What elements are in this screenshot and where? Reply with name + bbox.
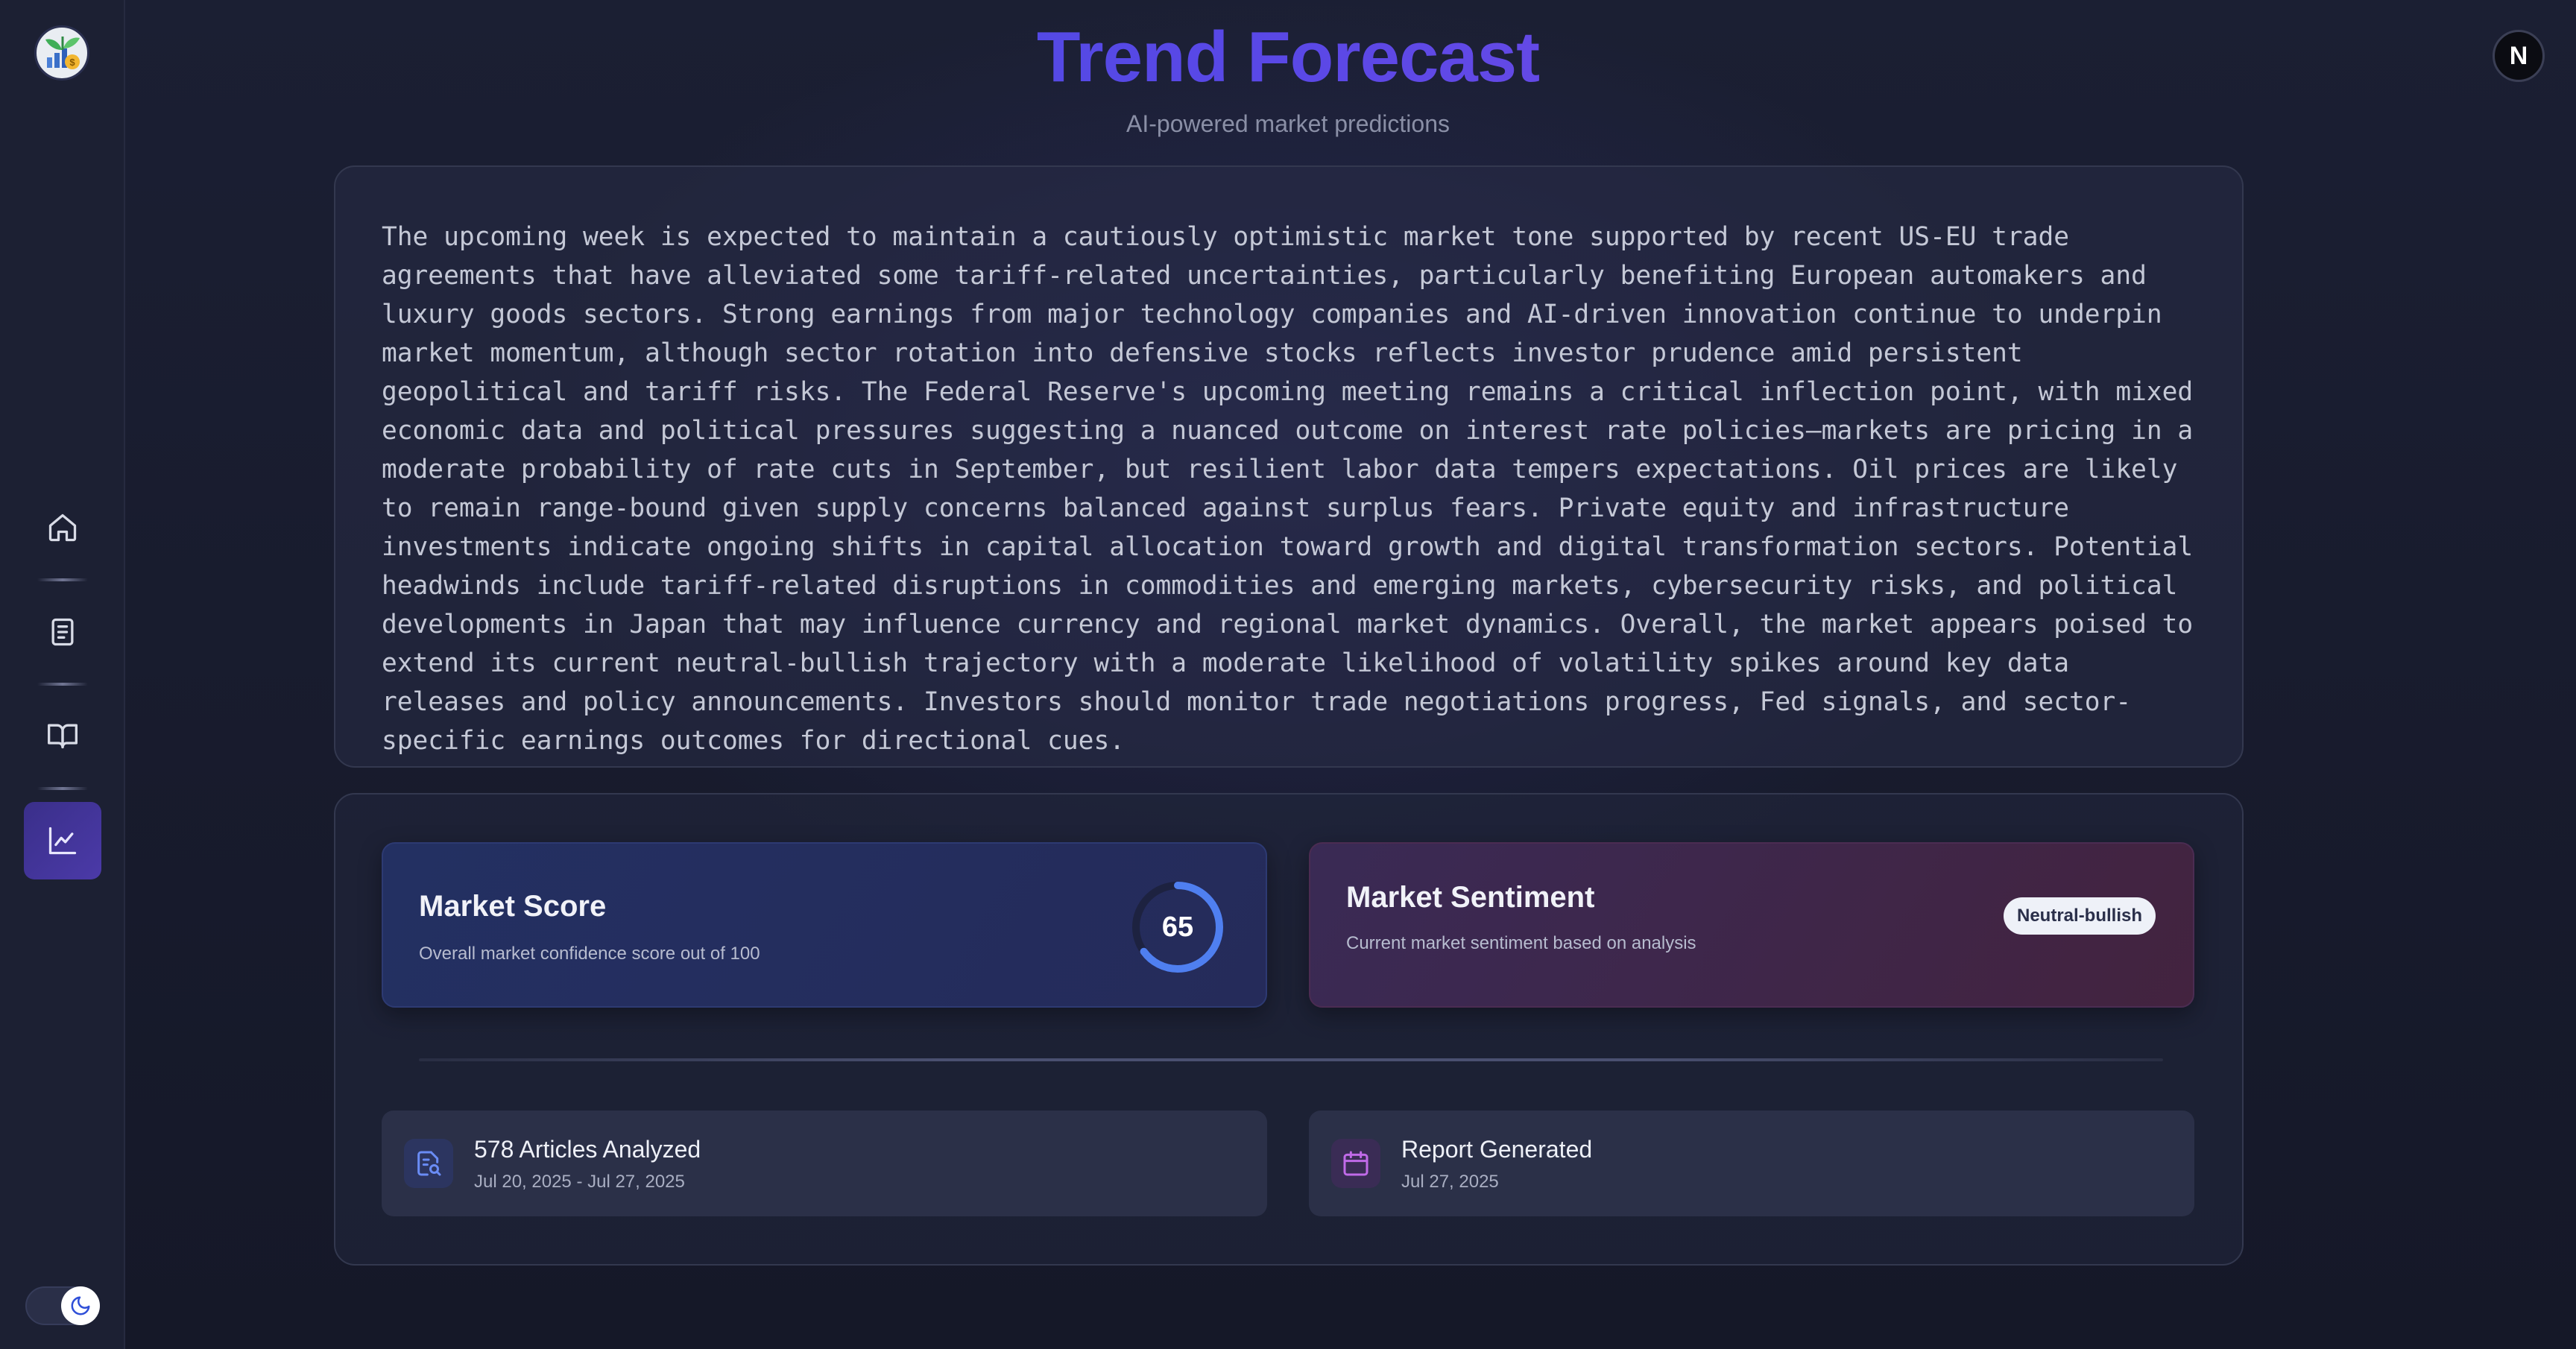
document-search-icon xyxy=(417,1151,441,1176)
market-score-description: Overall market confidence score out of 1… xyxy=(419,944,760,964)
report-generated-title: Report Generated xyxy=(1401,1136,1593,1163)
calendar-icon-wrap xyxy=(1331,1139,1380,1188)
app-root: $ xyxy=(0,0,2576,1349)
page-subtitle: AI-powered market predictions xyxy=(1126,110,1450,137)
theme-toggle-knob xyxy=(61,1286,100,1325)
sidebar-item-library[interactable] xyxy=(24,696,101,774)
sidebar-item-trends[interactable] xyxy=(24,802,101,879)
market-score-title: Market Score xyxy=(419,890,607,923)
market-score-gauge: 65 xyxy=(1128,878,1227,976)
book-open-icon xyxy=(48,724,78,749)
market-sentiment-card: Market Sentiment Current market sentimen… xyxy=(1309,842,2194,1008)
forecast-card: The upcoming week is expected to maintai… xyxy=(334,165,2244,768)
articles-icon-wrap xyxy=(404,1139,453,1188)
market-sentiment-description: Current market sentiment based on analys… xyxy=(1346,933,1696,953)
market-score-card: Market Score Overall market confidence s… xyxy=(382,842,1267,1008)
sidebar: $ xyxy=(0,0,125,1349)
sidebar-item-reports[interactable] xyxy=(24,593,101,671)
user-avatar[interactable]: N xyxy=(2493,30,2545,82)
forecast-text: The upcoming week is expected to maintai… xyxy=(382,222,2194,756)
document-icon xyxy=(51,618,74,646)
report-generated-date: Jul 27, 2025 xyxy=(1401,1172,1499,1192)
report-generated-box: Report Generated Jul 27, 2025 xyxy=(1309,1111,2194,1216)
market-score-value: 65 xyxy=(1161,911,1194,943)
sidebar-divider xyxy=(37,683,88,686)
metrics-divider xyxy=(419,1058,2163,1061)
theme-toggle[interactable] xyxy=(25,1286,100,1325)
trend-chart-icon xyxy=(48,827,77,855)
home-icon xyxy=(48,514,77,542)
sidebar-divider xyxy=(37,578,88,581)
metrics-card: Market Score Overall market confidence s… xyxy=(334,793,2244,1266)
moon-icon xyxy=(71,1296,90,1315)
sidebar-item-home[interactable] xyxy=(24,489,101,566)
calendar-icon xyxy=(1343,1151,1368,1176)
articles-date-range: Jul 20, 2025 - Jul 27, 2025 xyxy=(474,1172,685,1192)
market-sentiment-title: Market Sentiment xyxy=(1346,881,1595,914)
articles-analyzed-box: 578 Articles Analyzed Jul 20, 2025 - Jul… xyxy=(382,1111,1267,1216)
sidebar-divider xyxy=(37,787,88,790)
articles-analyzed-title: 578 Articles Analyzed xyxy=(474,1136,701,1163)
sentiment-badge: Neutral-bullish xyxy=(2004,897,2156,935)
page-title: Trend Forecast xyxy=(0,16,2576,98)
